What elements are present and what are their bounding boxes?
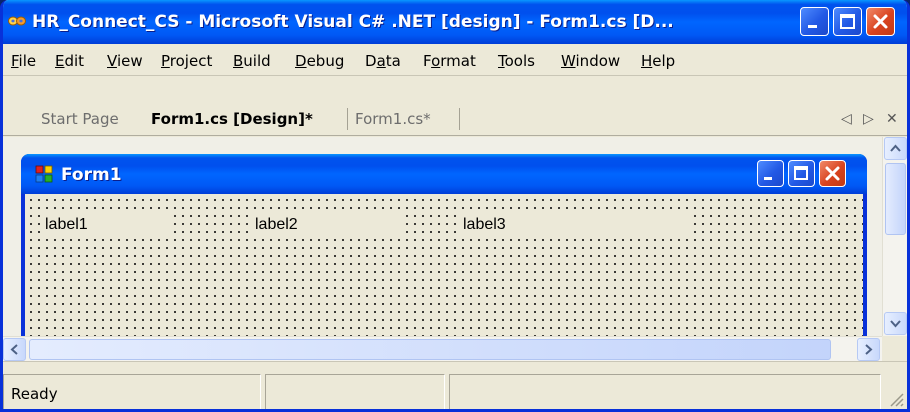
menu-accelerator: D bbox=[295, 52, 307, 70]
menu-build[interactable]: Build bbox=[233, 50, 271, 72]
tab-scroll-right-icon[interactable]: ▷ bbox=[863, 108, 874, 130]
tab-separator bbox=[347, 108, 348, 130]
menu-accelerator: a bbox=[376, 52, 386, 70]
menu-tools[interactable]: Tools bbox=[498, 50, 535, 72]
menu-accelerator: H bbox=[641, 52, 653, 70]
label2-control[interactable]: label2 bbox=[251, 214, 401, 236]
menu-file[interactable]: File bbox=[11, 50, 36, 72]
label3-control[interactable]: label3 bbox=[459, 214, 689, 236]
menu-accelerator: B bbox=[233, 52, 244, 70]
form-icon bbox=[35, 165, 53, 183]
status-text: Ready bbox=[11, 385, 58, 403]
menu-accelerator: F bbox=[11, 52, 19, 70]
form1-maximize-button[interactable] bbox=[788, 160, 815, 187]
tabstrip-spacer bbox=[3, 76, 907, 102]
close-icon bbox=[873, 14, 888, 29]
chevron-right-icon bbox=[865, 344, 873, 355]
menu-accelerator: o bbox=[431, 52, 441, 70]
scroll-right-button[interactable] bbox=[857, 338, 880, 361]
window-title: HR_Connect_CS - Microsoft Visual C# .NET… bbox=[32, 12, 674, 32]
form1-close-button[interactable] bbox=[819, 160, 846, 187]
scroll-left-button[interactable] bbox=[3, 338, 26, 361]
title-bar[interactable]: HR_Connect_CS - Microsoft Visual C# .NET… bbox=[3, 0, 907, 44]
visual-studio-infinity-icon bbox=[8, 16, 26, 26]
menu-bar: File Edit View Project Build Debug Data … bbox=[3, 44, 907, 76]
maximize-icon bbox=[794, 166, 808, 180]
minimize-button[interactable] bbox=[800, 7, 829, 36]
horizontal-scroll-thumb[interactable] bbox=[29, 339, 831, 360]
maximize-button[interactable] bbox=[833, 7, 862, 36]
vertical-scrollbar[interactable] bbox=[882, 137, 907, 336]
menu-accelerator: P bbox=[161, 52, 170, 70]
tab-form1-design[interactable]: Form1.cs [Design]* bbox=[151, 107, 313, 131]
tab-close-icon[interactable]: ✕ bbox=[886, 108, 898, 130]
chevron-down-icon bbox=[890, 320, 901, 328]
menu-accelerator: W bbox=[561, 52, 576, 70]
chevron-left-icon bbox=[10, 344, 18, 355]
menu-debug[interactable]: Debug bbox=[295, 50, 344, 72]
tab-separator bbox=[459, 108, 460, 130]
scroll-up-button[interactable] bbox=[884, 137, 907, 160]
tab-form1-code[interactable]: Form1.cs* bbox=[355, 107, 431, 131]
form1-title-bar[interactable]: Form1 bbox=[21, 154, 867, 194]
menu-accelerator: E bbox=[55, 52, 65, 70]
chevron-up-icon bbox=[890, 144, 901, 152]
menu-data[interactable]: Data bbox=[365, 50, 401, 72]
tab-start-page[interactable]: Start Page bbox=[41, 107, 119, 131]
main-window: HR_Connect_CS - Microsoft Visual C# .NET… bbox=[0, 0, 910, 412]
scroll-down-button[interactable] bbox=[884, 312, 907, 335]
menu-accelerator: V bbox=[107, 52, 117, 70]
form1-minimize-button[interactable] bbox=[757, 160, 784, 187]
menu-edit[interactable]: Edit bbox=[55, 50, 84, 72]
resize-grip-icon[interactable] bbox=[887, 390, 905, 408]
form1-window[interactable]: Form1 label1 label2 label3 bbox=[21, 154, 867, 336]
horizontal-scrollbar[interactable] bbox=[3, 336, 882, 361]
close-icon bbox=[825, 166, 840, 181]
minimize-icon bbox=[764, 177, 772, 180]
vertical-scroll-thumb[interactable] bbox=[885, 163, 906, 235]
scrollbar-corner bbox=[882, 336, 907, 361]
status-pane-3 bbox=[449, 374, 881, 409]
minimize-icon bbox=[808, 25, 817, 28]
form1-title: Form1 bbox=[61, 165, 122, 185]
document-tabs: Start Page Form1.cs [Design]* Form1.cs* … bbox=[3, 102, 907, 136]
status-bar: Ready bbox=[3, 361, 907, 409]
close-button[interactable] bbox=[866, 7, 895, 36]
menu-project[interactable]: Project bbox=[161, 50, 212, 72]
menu-format[interactable]: Format bbox=[423, 50, 476, 72]
menu-view[interactable]: View bbox=[107, 50, 143, 72]
design-surface[interactable]: Form1 label1 label2 label3 bbox=[3, 137, 882, 336]
tab-scroll-left-icon[interactable]: ◁ bbox=[841, 108, 852, 130]
menu-help[interactable]: Help bbox=[641, 50, 675, 72]
menu-window[interactable]: Window bbox=[561, 50, 620, 72]
maximize-icon bbox=[840, 14, 855, 29]
form1-client-area[interactable]: label1 label2 label3 bbox=[25, 194, 863, 336]
menu-accelerator: T bbox=[498, 52, 505, 70]
status-pane-2 bbox=[265, 374, 445, 409]
label1-control[interactable]: label1 bbox=[41, 214, 171, 236]
